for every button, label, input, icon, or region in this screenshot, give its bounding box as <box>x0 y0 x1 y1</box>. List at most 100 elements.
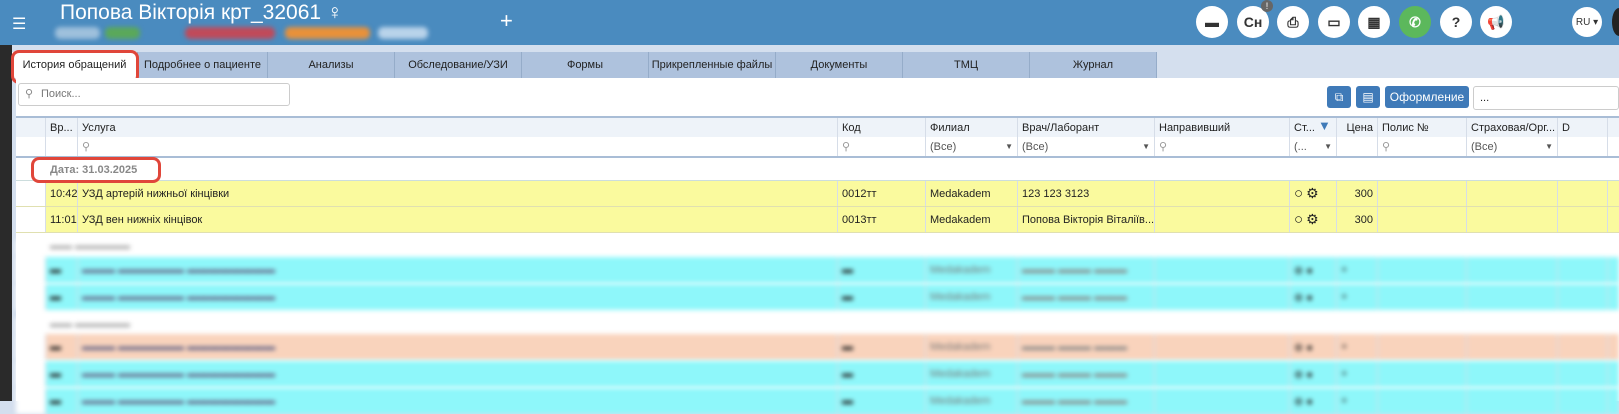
blurred-badge <box>285 27 370 39</box>
chevron-down-icon: ▼ <box>1142 142 1150 151</box>
megaphone-icon[interactable]: 📢 <box>1480 6 1512 38</box>
blank <box>1337 137 1378 156</box>
price: + <box>1337 334 1378 360</box>
chat-icon-glyph: ▬ <box>1205 14 1219 30</box>
code: 0012тт <box>838 181 926 206</box>
blank <box>16 334 46 360</box>
blurred-badge <box>105 27 140 39</box>
col-time[interactable]: Вр... <box>46 118 78 137</box>
col-service[interactable]: Услуга <box>78 118 838 137</box>
col-insurance[interactable]: Страховая/Орг... <box>1467 118 1558 137</box>
filter-icon[interactable]: ▼ <box>1318 118 1331 133</box>
tab-bar: История обращений Подробнее о пациенте Ана… <box>12 52 1157 78</box>
d <box>1558 388 1608 414</box>
language-select[interactable]: RU ▾ <box>1572 7 1602 37</box>
price: + <box>1337 388 1378 414</box>
group-row[interactable]: Дата: 31.03.2025 <box>16 160 1619 181</box>
blank <box>16 137 46 156</box>
blurred-badge <box>378 27 428 39</box>
tab-7[interactable]: ТМЦ <box>903 52 1030 78</box>
col-d[interactable]: D <box>1558 118 1608 137</box>
filter-search-icon[interactable]: ⚲ <box>78 137 838 156</box>
copy-button[interactable]: ⧉ <box>1327 86 1351 108</box>
notification-badge: ! <box>1261 0 1273 12</box>
code: 0013тт <box>838 207 926 232</box>
referrer <box>1155 257 1290 283</box>
filter-search-icon[interactable]: ⚲ <box>1378 137 1467 156</box>
col-referrer[interactable]: Направивший <box>1155 118 1290 137</box>
status: ⊕ ● <box>1290 388 1337 414</box>
calculator-icon[interactable]: ▦ <box>1358 6 1390 38</box>
chat-icon[interactable]: ▬ <box>1196 6 1228 38</box>
status-circle-icon[interactable]: ○ <box>1294 185 1303 202</box>
insurance <box>1467 284 1558 310</box>
blurred-row: ▬ ▬▬▬ ▬▬▬▬▬▬ ▬▬▬▬▬▬▬▬ ▬ Medakadem ▬▬▬ ▬▬▬ ▬▬… <box>16 257 1619 283</box>
time: ▬ <box>46 334 78 360</box>
pdf-icon[interactable]: ⎙ <box>1277 6 1309 38</box>
search-input[interactable]: ⚲ Поиск... <box>18 83 290 106</box>
col-price[interactable]: Цена <box>1337 118 1378 137</box>
filter-value: (Все) <box>930 140 957 153</box>
d <box>1558 334 1608 360</box>
filter-dropdown[interactable]: (Все) ▼ <box>926 137 1018 156</box>
filter-dropdown[interactable]: (... ▼ <box>1290 137 1337 156</box>
col-policy[interactable]: Полис № <box>1378 118 1467 137</box>
filter-row: ⚲ ⚲ (Все) ▼ (Все) ▼ ⚲ (... ▼ ⚲ (Все) ▼ <box>16 137 1619 158</box>
table-row[interactable]: 10:42 УЗД артерій нижньої кінцівки 0012тт M… <box>16 181 1619 207</box>
tab-8[interactable]: Журнал <box>1030 52 1157 78</box>
blank <box>16 284 46 310</box>
patient-title: Попова Вікторія крт_32061 ♀ <box>60 1 343 24</box>
doctor: ▬▬▬ ▬▬▬ ▬▬▬ <box>1018 361 1155 387</box>
hamburger-icon[interactable]: ☰ <box>12 14 26 34</box>
doctor: ▬▬▬ ▬▬▬ ▬▬▬ <box>1018 388 1155 414</box>
service: УЗД артерій нижньої кінцівки <box>78 181 838 206</box>
blurred-row: ▬ ▬▬▬ ▬▬▬▬▬▬ ▬▬▬▬▬▬▬▬ ▬ Medakadem ▬▬▬ ▬▬▬ ▬▬… <box>16 388 1619 414</box>
filter-search-icon[interactable]: ⚲ <box>838 137 926 156</box>
service: ▬▬▬ ▬▬▬▬▬▬ ▬▬▬▬▬▬▬▬ <box>78 388 838 414</box>
col-doctor[interactable]: Врач/Лаборант <box>1018 118 1155 137</box>
add-tab-button[interactable]: + <box>500 8 513 34</box>
service: УЗД вен нижніх кінцівок <box>78 207 838 232</box>
filter-dropdown[interactable]: (Все) ▼ <box>1018 137 1155 156</box>
insurance <box>1467 207 1558 232</box>
tab-3[interactable]: Обследование/УЗИ <box>395 52 522 78</box>
col-code[interactable]: Код <box>838 118 926 137</box>
tab-2[interactable]: Анализы <box>268 52 395 78</box>
table-row[interactable]: 11:01 УЗД вен нижніх кінцівок 0013тт Medaka… <box>16 207 1619 233</box>
code: ▬ <box>838 257 926 283</box>
gear-icon[interactable]: ⚙ <box>1306 211 1319 228</box>
blank <box>16 181 46 206</box>
card-icon-glyph: ▭ <box>1327 13 1341 30</box>
status: ⊕ ● <box>1290 284 1337 310</box>
tab-1[interactable]: Подробнее о пациенте <box>138 52 268 78</box>
filter-search-icon[interactable]: ⚲ <box>1155 137 1290 156</box>
filter-value: (Все) <box>1471 140 1498 153</box>
card-icon[interactable]: ▭ <box>1318 6 1350 38</box>
price: + <box>1337 257 1378 283</box>
gear-icon[interactable]: ⚙ <box>1306 185 1319 202</box>
help-icon-glyph: ? <box>1451 14 1461 30</box>
status: ⊕ ● <box>1290 257 1337 283</box>
filter-dropdown[interactable]: (Все) ▼ <box>1467 137 1558 156</box>
avatar[interactable] <box>1612 8 1619 36</box>
code: ▬ <box>838 284 926 310</box>
referrer <box>1155 388 1290 414</box>
right-input[interactable]: ... <box>1473 86 1619 110</box>
service: ▬▬▬ ▬▬▬▬▬▬ ▬▬▬▬▬▬▬▬ <box>78 257 838 283</box>
service: ▬▬▬ ▬▬▬▬▬▬ ▬▬▬▬▬▬▬▬ <box>78 361 838 387</box>
help-icon[interactable]: ? <box>1440 6 1472 38</box>
d <box>1558 284 1608 310</box>
status-circle-icon[interactable]: ○ <box>1294 211 1303 228</box>
tab-5[interactable]: Прикрепленные файлы <box>649 52 776 78</box>
col-filial[interactable]: Филиал <box>926 118 1018 137</box>
chevron-down-icon: ▼ <box>1005 142 1013 151</box>
tab-4[interactable]: Формы <box>522 52 649 78</box>
policy <box>1378 284 1467 310</box>
highlight-annotation <box>31 157 161 183</box>
phone-icon[interactable]: ✆ <box>1399 6 1431 38</box>
print-button[interactable]: ▤ <box>1356 86 1380 108</box>
design-button[interactable]: Оформление <box>1385 86 1469 108</box>
referrer <box>1155 207 1290 232</box>
d <box>1558 207 1608 232</box>
tab-6[interactable]: Документы <box>776 52 903 78</box>
